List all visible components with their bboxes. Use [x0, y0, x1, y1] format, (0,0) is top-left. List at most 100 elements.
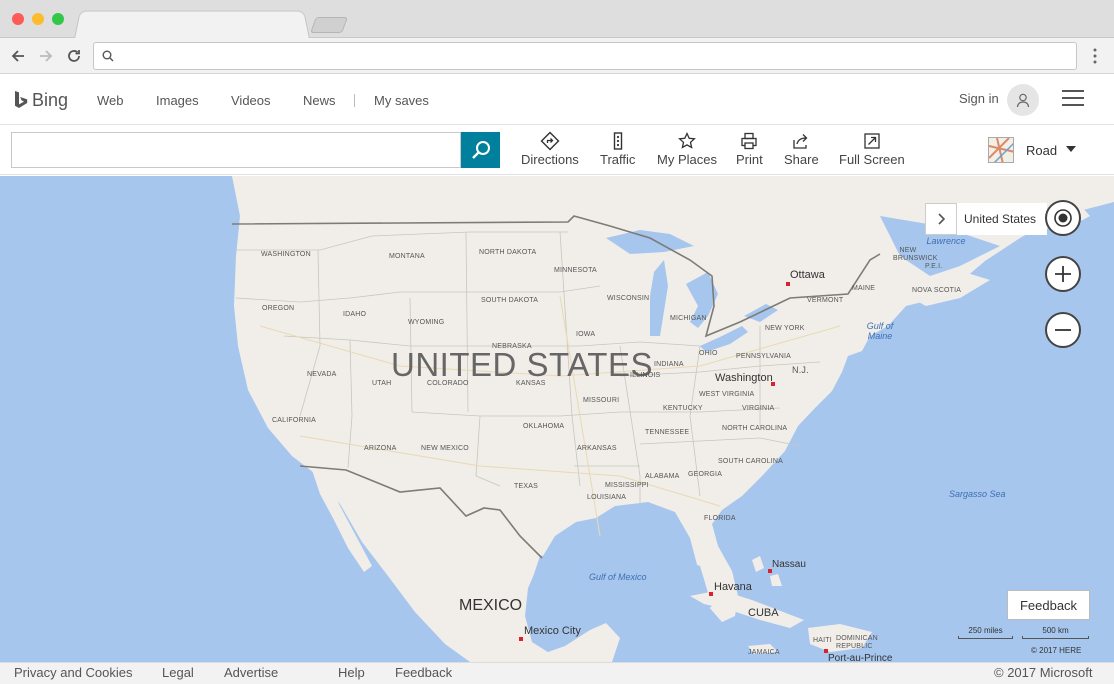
- zoom-out-button[interactable]: [1045, 312, 1081, 348]
- maximize-window-icon[interactable]: [52, 13, 64, 25]
- directions-label: Directions: [521, 152, 579, 167]
- map-search-input[interactable]: [11, 132, 461, 168]
- footer-link-legal[interactable]: Legal: [162, 665, 194, 680]
- footer-link-advertise[interactable]: Advertise: [224, 665, 278, 680]
- minus-icon: [1055, 329, 1071, 331]
- nav-my-saves[interactable]: My saves: [374, 93, 429, 108]
- scale-label-miles: 250 miles: [968, 626, 1003, 635]
- back-arrow-icon[interactable]: [6, 44, 30, 68]
- country-label-dominican-republic: DOMINICAN REPUBLIC: [836, 635, 878, 650]
- city-label-nassau: Nassau: [772, 559, 806, 570]
- traffic-button[interactable]: Traffic: [600, 131, 635, 171]
- map-attribution: © 2017 HERE: [1031, 646, 1082, 655]
- state-label: COLORADO: [427, 380, 469, 387]
- map-feedback-button[interactable]: Feedback: [1007, 590, 1090, 620]
- state-label: INDIANA: [654, 361, 684, 368]
- city-label-washington: Washington: [715, 372, 773, 384]
- country-label-jamaica: JAMAICA: [748, 649, 780, 656]
- sign-in-link[interactable]: Sign in: [959, 91, 999, 106]
- expand-icon: [864, 133, 880, 149]
- city-label-ottawa: Ottawa: [790, 269, 825, 281]
- bing-b-icon: [15, 91, 28, 108]
- state-label: GEORGIA: [688, 471, 723, 478]
- browser-tab[interactable]: [74, 10, 310, 39]
- chevron-right-icon: [938, 213, 946, 225]
- location-expand-button[interactable]: [925, 203, 957, 235]
- state-label: NOVA SCOTIA: [912, 287, 962, 294]
- state-label: NEBRASKA: [492, 343, 532, 350]
- share-icon: [793, 134, 808, 149]
- current-location-label: United States: [957, 203, 1047, 235]
- state-label: VIRGINIA: [742, 405, 775, 412]
- nav-images[interactable]: Images: [156, 93, 199, 108]
- state-label: OHIO: [699, 350, 718, 357]
- locate-target-icon: [1054, 209, 1072, 227]
- my-places-label: My Places: [657, 152, 717, 167]
- state-label: PENNSYLVANIA: [736, 353, 792, 360]
- bing-wordmark: Bing: [32, 89, 69, 110]
- print-button[interactable]: Print: [736, 131, 763, 171]
- footer-link-feedback[interactable]: Feedback: [395, 665, 452, 680]
- full-screen-button[interactable]: Full Screen: [839, 131, 905, 171]
- map-canvas[interactable]: UNITED STATES MEXICO WASHINGTON OREGON C…: [0, 176, 1114, 662]
- state-label: ALABAMA: [645, 473, 680, 480]
- state-label: MAINE: [852, 285, 876, 292]
- menu-dots-icon[interactable]: [1090, 44, 1100, 68]
- user-avatar-icon[interactable]: [1007, 84, 1039, 116]
- state-label: MONTANA: [389, 253, 425, 260]
- maps-toolbar: Directions Traffic My Places Print Share…: [0, 125, 1114, 175]
- footer-link-privacy[interactable]: Privacy and Cookies: [14, 665, 133, 680]
- road-style-thumbnail[interactable]: [988, 137, 1014, 163]
- state-label: WYOMING: [408, 319, 445, 326]
- city-label-havana: Havana: [714, 581, 752, 593]
- chevron-down-icon[interactable]: [1066, 146, 1076, 152]
- state-label: OKLAHOMA: [523, 423, 565, 430]
- city-marker: [519, 637, 523, 641]
- nav-web[interactable]: Web: [97, 93, 124, 108]
- address-bar[interactable]: [93, 42, 1077, 70]
- state-label: UTAH: [372, 380, 392, 387]
- forward-arrow-icon[interactable]: [34, 44, 58, 68]
- water-label-gulf-of-maine: Gulf of Maine: [866, 321, 894, 341]
- state-label: N.J.: [792, 365, 809, 375]
- locate-me-button[interactable]: [1045, 200, 1081, 236]
- state-label: NEW YORK: [765, 325, 805, 332]
- state-label: NEVADA: [307, 371, 337, 378]
- state-label: KENTUCKY: [663, 405, 703, 412]
- search-button[interactable]: [461, 132, 500, 168]
- minimize-window-icon[interactable]: [32, 13, 44, 25]
- state-label: ARKANSAS: [577, 445, 617, 452]
- zoom-in-button[interactable]: [1045, 256, 1081, 292]
- water-label-sargasso-sea: Sargasso Sea: [949, 489, 1006, 499]
- close-window-icon[interactable]: [12, 13, 24, 25]
- share-button[interactable]: Share: [784, 131, 819, 171]
- state-label: SOUTH DAKOTA: [481, 297, 539, 304]
- country-label-haiti: HAITI: [813, 637, 832, 644]
- state-label: MISSISSIPPI: [605, 482, 649, 489]
- map-style-select[interactable]: Road: [1026, 143, 1057, 158]
- state-label: WASHINGTON: [261, 251, 311, 258]
- new-tab-button[interactable]: [310, 17, 348, 33]
- footer-link-help[interactable]: Help: [338, 665, 365, 680]
- reload-icon[interactable]: [62, 44, 86, 68]
- bing-logo[interactable]: Bing: [14, 87, 68, 113]
- state-label: CALIFORNIA: [272, 417, 317, 424]
- directions-button[interactable]: Directions: [521, 131, 579, 171]
- state-label: MISSOURI: [583, 397, 620, 404]
- nav-videos[interactable]: Videos: [231, 93, 271, 108]
- water-label-gulf-of-mexico: Gulf of Mexico: [589, 572, 647, 582]
- nav-news[interactable]: News: [303, 93, 336, 108]
- plus-icon: [1055, 266, 1071, 282]
- star-icon: [678, 131, 696, 149]
- state-label: LOUISIANA: [587, 494, 627, 501]
- hamburger-menu-icon[interactable]: [1062, 90, 1084, 108]
- my-places-button[interactable]: My Places: [657, 131, 717, 171]
- state-label: NEW MEXICO: [421, 445, 469, 452]
- state-label: KANSAS: [516, 380, 546, 387]
- browser-tab-strip: [0, 0, 1114, 39]
- state-label: VERMONT: [807, 297, 844, 304]
- full-screen-label: Full Screen: [839, 152, 905, 167]
- state-label: NEW BRUNSWICK: [893, 247, 938, 262]
- city-label-port-au-prince: Port-au-Prince: [828, 653, 893, 662]
- state-label: SOUTH CAROLINA: [718, 458, 784, 465]
